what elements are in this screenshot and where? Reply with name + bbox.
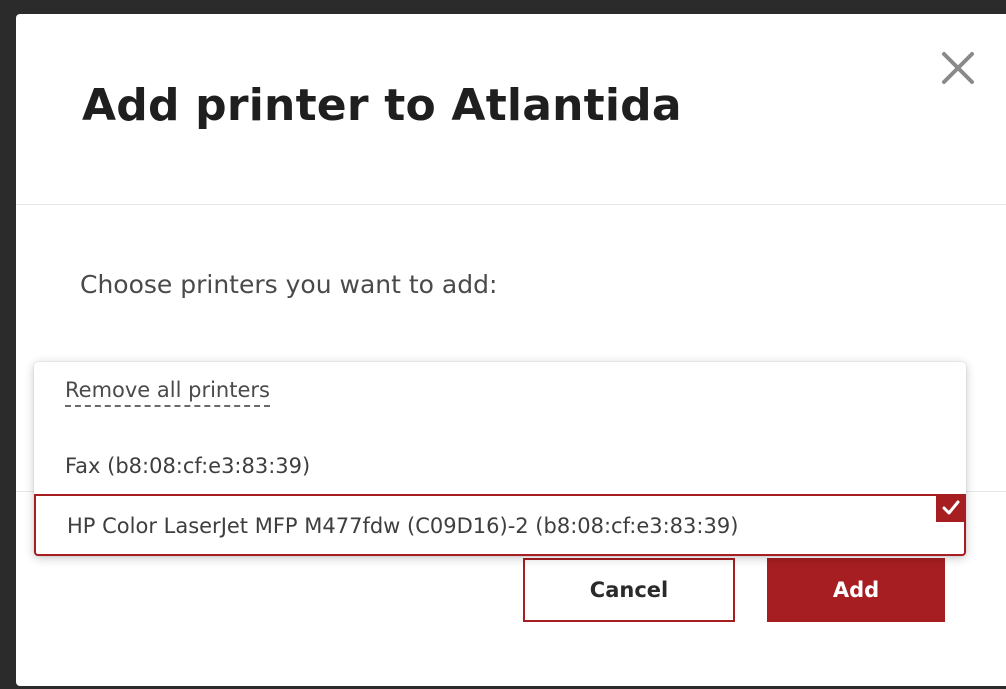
close-icon xyxy=(942,52,974,84)
printer-option-hp-laserjet[interactable]: HP Color LaserJet MFP M477fdw (C09D16)-2… xyxy=(34,494,966,556)
printer-option-label: Fax (b8:08:cf:e3:83:39) xyxy=(65,454,311,478)
choose-printers-prompt: Choose printers you want to add: xyxy=(80,270,498,299)
add-button[interactable]: Add xyxy=(767,558,945,622)
dialog-header: Add printer to Atlantida xyxy=(16,14,1006,205)
dialog-title: Add printer to Atlantida xyxy=(82,80,682,131)
printer-option-fax[interactable]: Fax (b8:08:cf:e3:83:39) xyxy=(34,442,966,490)
checkmark-icon xyxy=(942,500,960,515)
cancel-button[interactable]: Cancel xyxy=(523,558,735,622)
selected-check-badge xyxy=(936,494,966,522)
printer-dropdown-list: Remove all printers Fax (b8:08:cf:e3:83:… xyxy=(34,362,966,556)
add-printer-dialog: Add printer to Atlantida Choose printers… xyxy=(16,14,1006,686)
close-button[interactable] xyxy=(934,44,982,92)
printer-option-label: HP Color LaserJet MFP M477fdw (C09D16)-2… xyxy=(67,514,739,538)
remove-all-printers-link[interactable]: Remove all printers xyxy=(65,378,270,407)
